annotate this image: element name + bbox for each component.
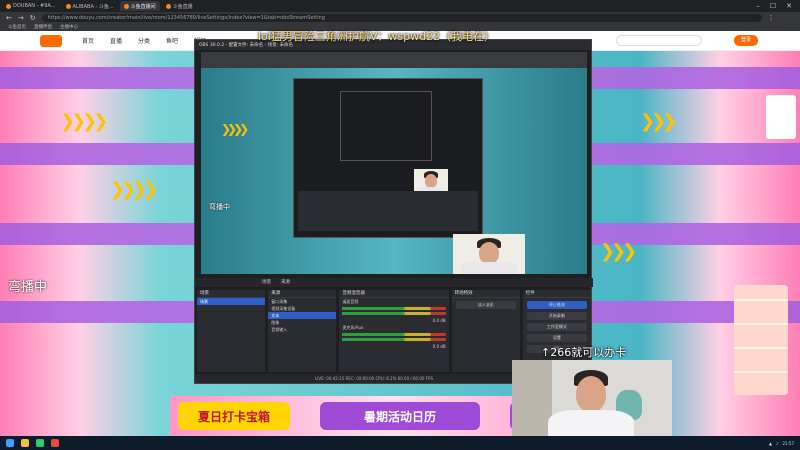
minimize-icon[interactable]: –	[756, 2, 760, 10]
browser-toolbar: ← → ↻ https://www.douyu.com/creator/main…	[0, 12, 800, 23]
webcam-caption: ↑266就可以办卡	[541, 346, 627, 359]
taskbar-clock[interactable]: 21:57	[782, 441, 794, 446]
scene-item[interactable]: 场景	[197, 298, 266, 305]
taskbar: ▲ ♪ 21:57	[0, 436, 800, 450]
volume-meter	[342, 307, 446, 310]
nested-obs-window	[293, 78, 483, 238]
tab-favicon-icon	[123, 3, 129, 9]
back-icon[interactable]: ←	[6, 14, 12, 22]
obs-window: OBS 30.0.2 - 配置文件: 未命名 - 场景: 未命名 ❯❯❯❯ 弯播…	[194, 39, 593, 384]
nav-item-home[interactable]: 首页	[82, 36, 94, 45]
scenes-panel: 场景 场景	[197, 290, 266, 372]
live-status-inner: 弯播中	[209, 203, 230, 211]
chevron-decor-icon: ❯❯❯❯	[60, 111, 108, 132]
mixer-header: 音频混音器	[339, 290, 449, 298]
maximize-icon[interactable]: ☐	[770, 2, 776, 10]
settings-button[interactable]: 设置	[526, 334, 588, 342]
source-item[interactable]: 图像	[268, 319, 336, 326]
stream-title-overlay: lol猛男冒险三角洲护航V：wspwd22（我电在）	[258, 30, 496, 43]
volume-meter	[342, 338, 446, 341]
chevron-decor-icon: ❯❯❯❯	[221, 122, 249, 136]
file-explorer-icon[interactable]	[21, 439, 29, 447]
menu-icon[interactable]: ⋮	[768, 14, 775, 22]
site-logo[interactable]	[40, 34, 62, 47]
network-icon[interactable]: ▲	[769, 441, 772, 446]
volume-meter	[342, 333, 446, 336]
nav-item-forum[interactable]: 鱼吧	[166, 36, 178, 45]
window-controls: – ☐ ✕	[756, 2, 800, 10]
browser-tab-2[interactable]: ALIBABA - 斗鱼...	[62, 1, 118, 11]
chevron-decor-icon: ❯❯❯❯	[110, 179, 158, 200]
bookmark-item[interactable]: 直播伴侣	[34, 24, 52, 30]
tab-favicon-icon	[6, 3, 11, 9]
nav-item-live[interactable]: 直播	[110, 36, 122, 45]
bookmark-item[interactable]: 主播中心	[60, 24, 78, 30]
volume-icon[interactable]: ♪	[776, 441, 779, 446]
side-ticket-decor	[734, 285, 788, 395]
source-item[interactable]: 音频输入	[268, 326, 336, 333]
scenes-header: 场景	[197, 290, 266, 298]
bookmark-item[interactable]: 斗鱼首页	[8, 24, 26, 30]
obs-tab-scenes[interactable]: 场景	[259, 278, 274, 287]
login-button[interactable]: 登录	[734, 35, 758, 46]
summer-calendar-button[interactable]: 暑期活动日历	[320, 402, 480, 430]
preview-webcam	[453, 234, 525, 274]
source-item[interactable]: 窗口采集	[268, 298, 336, 305]
nested-obs-window-2	[340, 91, 432, 161]
forward-icon[interactable]: →	[18, 14, 24, 22]
system-tray: ▲ ♪ 21:57	[769, 441, 800, 446]
nested-obs-panels	[298, 191, 478, 231]
source-item[interactable]: 文本	[268, 312, 337, 319]
mixer-channel-db: 0.0 dB	[432, 344, 446, 349]
stop-streaming-button[interactable]: 停止推流	[526, 301, 588, 309]
reload-icon[interactable]: ↻	[30, 14, 36, 22]
browser-tab-3[interactable]: 斗鱼直播间	[119, 1, 160, 11]
side-info-panel[interactable]	[766, 95, 796, 139]
mixer-channel-name: 麦克风/Aux	[342, 325, 364, 330]
tab-favicon-icon	[165, 3, 171, 9]
browser-tab-4[interactable]: 斗鱼直播	[162, 1, 197, 11]
browser-tabstrip: DOUBAN - #9A... ALIBABA - 斗鱼... 斗鱼直播间 斗鱼…	[0, 0, 800, 12]
chevron-decor-icon: ❯❯❯	[600, 241, 637, 262]
chrome-icon[interactable]	[36, 439, 44, 447]
obs-dock-tabs: 场景 来源	[195, 278, 593, 287]
transitions-panel: 转场特效 淡入淡出	[451, 290, 520, 372]
address-bar[interactable]: https://www.douyu.com/creator/main/live/…	[41, 13, 762, 22]
transition-select[interactable]: 淡入淡出	[455, 301, 516, 309]
nested-browser-bar	[201, 52, 587, 68]
browser-tab-1[interactable]: DOUBAN - #9A...	[2, 1, 60, 11]
source-item[interactable]: 视频采集设备	[268, 305, 336, 312]
sources-header: 来源	[268, 290, 337, 298]
audio-mixer-panel: 音频混音器 桌面音频 0.0 dB 麦克风/Aux 0.0 dB	[339, 290, 449, 372]
windows-start-icon[interactable]	[6, 439, 14, 447]
tab-favicon-icon	[65, 3, 71, 9]
live-status-left: 弯播中	[8, 280, 48, 295]
webcam-face	[576, 376, 606, 412]
obs-preview[interactable]: ❯❯❯❯ 弯播中	[201, 52, 587, 274]
close-icon[interactable]: ✕	[786, 2, 792, 10]
obs-taskbar-icon[interactable]	[51, 439, 59, 447]
transitions-header: 转场特效	[451, 290, 520, 298]
checkin-chest-button[interactable]: 夏日打卡宝箱	[178, 402, 290, 430]
site-search-input[interactable]	[616, 35, 702, 46]
start-recording-button[interactable]: 开始录制	[526, 312, 588, 320]
mixer-channel-name: 桌面音频	[342, 299, 359, 304]
obs-tab-sources[interactable]: 来源	[278, 278, 293, 287]
chevron-decor-icon: ❯❯❯	[640, 111, 677, 132]
mixer-channel-db: 0.0 dB	[432, 318, 446, 323]
controls-header: 控件	[522, 290, 592, 298]
sources-panel: 来源 窗口采集 视频采集设备 文本 图像 音频输入	[268, 290, 337, 372]
studio-mode-button[interactable]: 工作室模式	[526, 323, 588, 331]
volume-meter	[342, 312, 446, 315]
nav-item-category[interactable]: 分类	[138, 36, 150, 45]
